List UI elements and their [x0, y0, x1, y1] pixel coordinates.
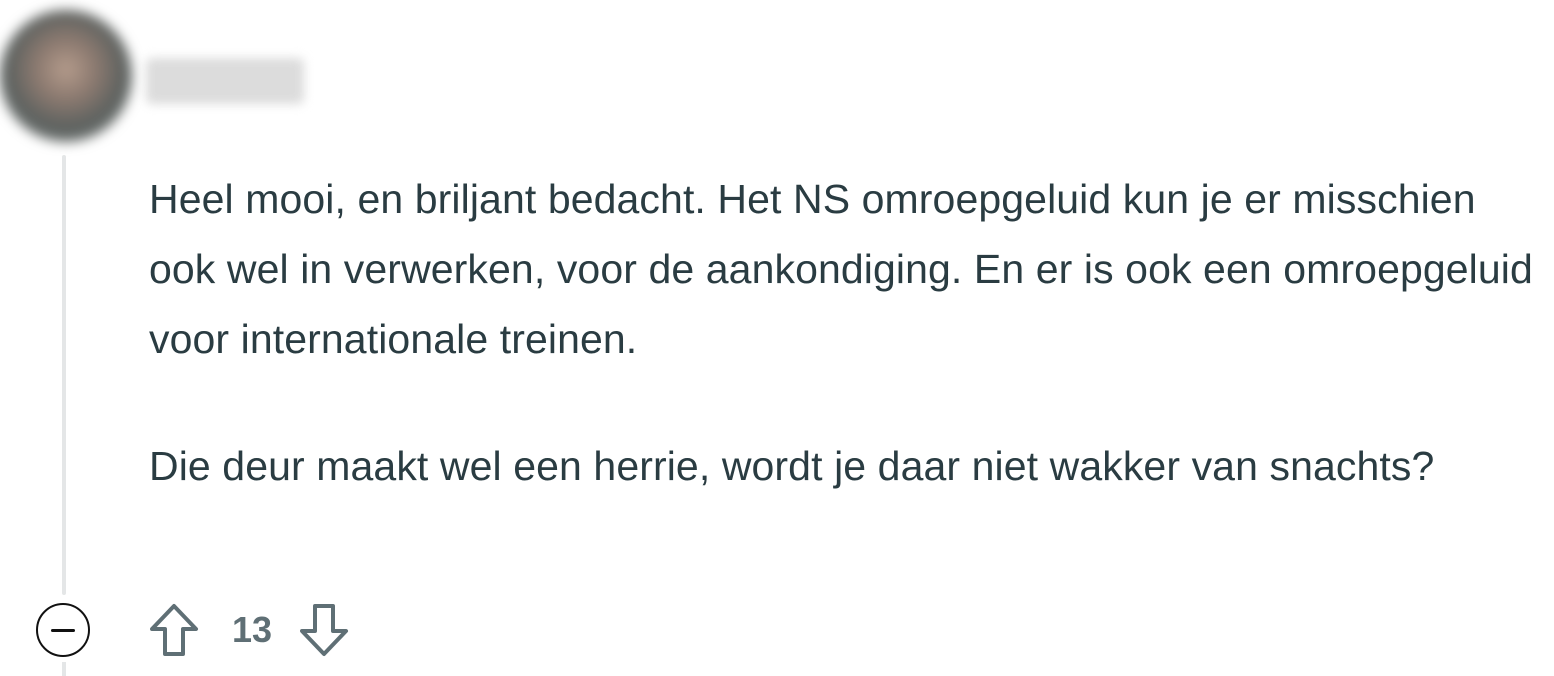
- upvote-button[interactable]: [146, 600, 202, 660]
- thread-line-continuation[interactable]: [62, 662, 66, 676]
- collapse-button[interactable]: [36, 603, 90, 657]
- vote-score: 13: [232, 609, 273, 650]
- comment-paragraph-2: Die deur maakt wel een herrie, wordt je …: [149, 443, 1435, 489]
- avatar[interactable]: [0, 10, 132, 142]
- arrow-up-icon: [150, 604, 198, 656]
- minus-circle-icon: [51, 629, 75, 632]
- comment-paragraph-1: Heel mooi, en briljant bedacht. Het NS o…: [149, 176, 1533, 362]
- downvote-button[interactable]: [296, 600, 352, 660]
- vote-bar: 13: [146, 600, 352, 660]
- thread-line[interactable]: [62, 155, 66, 595]
- username[interactable]: [146, 58, 304, 104]
- comment-body: Heel mooi, en briljant bedacht. Het NS o…: [149, 164, 1549, 501]
- arrow-down-icon: [300, 604, 349, 656]
